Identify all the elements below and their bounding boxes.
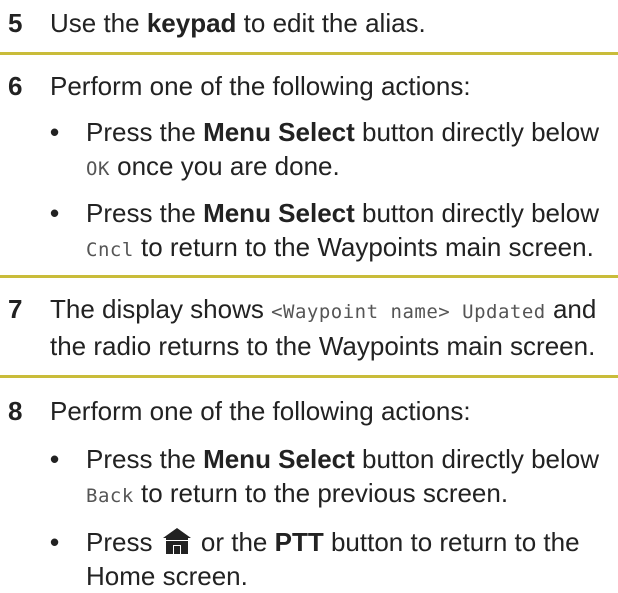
step-text: Perform one of the following actions: (50, 71, 471, 101)
step-text: The display shows <Waypoint name> Update… (50, 294, 597, 361)
action-list: • Press the Menu Select button directly b… (50, 115, 610, 267)
softkey-back: Back (86, 485, 134, 507)
list-item: • Press the Menu Select button directly b… (50, 198, 600, 262)
menu-select-label: Menu Select (203, 198, 355, 228)
step-5: 5 Use the keypad to edit the alias. (0, 6, 618, 40)
procedure-page: 5 Use the keypad to edit the alias. 6 Pe… (0, 6, 618, 591)
step-number: 6 (8, 71, 23, 101)
softkey-ok: OK (86, 158, 110, 180)
step-text: Use the keypad to edit the alias. (50, 8, 426, 38)
step-number: 5 (8, 8, 23, 38)
action-list: • Press the Menu Select button directly b… (50, 442, 610, 593)
divider (0, 375, 618, 378)
step-6: 6 Perform one of the following actions: … (0, 69, 618, 267)
list-item: • Press or the PTT button to return to th… (50, 527, 580, 591)
ptt-label: PTT (274, 527, 324, 557)
divider (0, 275, 618, 278)
step-number: 7 (8, 294, 23, 324)
list-item: • Press the Menu Select button directly b… (50, 117, 600, 181)
list-item: • Press the Menu Select button directly b… (50, 444, 600, 508)
home-icon (162, 528, 191, 554)
menu-select-label: Menu Select (203, 117, 355, 147)
step-text: Perform one of the following actions: (50, 396, 471, 426)
step-number: 8 (8, 396, 23, 426)
softkey-cncl: Cncl (86, 239, 134, 261)
menu-select-label: Menu Select (203, 444, 355, 474)
step-8: 8 Perform one of the following actions: … (0, 394, 618, 593)
display-message: <Waypoint name> Updated (271, 301, 546, 323)
divider (0, 52, 618, 55)
step-7: 7 The display shows <Waypoint name> Upda… (0, 292, 618, 363)
